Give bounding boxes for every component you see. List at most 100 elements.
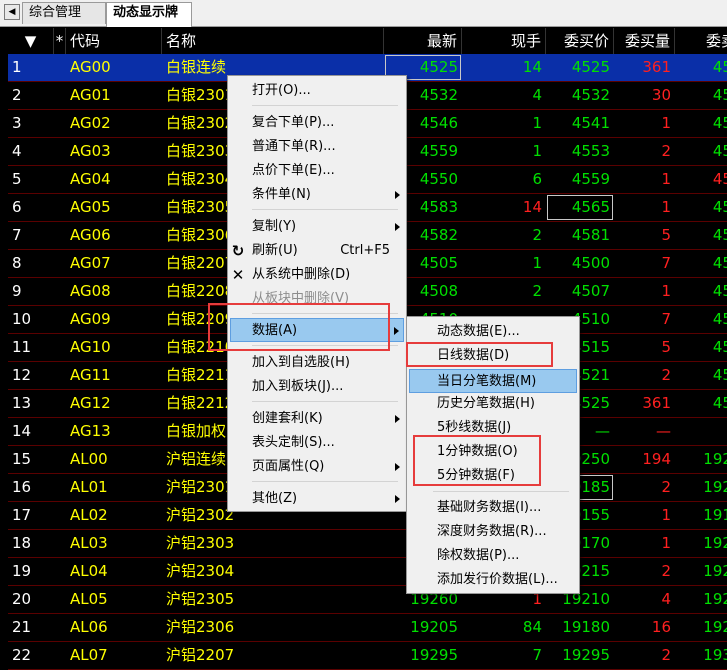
table-row[interactable]: 19AL04沪铝230419215219280 <box>8 558 727 586</box>
submenu-item-5min-data[interactable]: 5分钟数据(F) <box>409 464 577 488</box>
cell-bid: 4532 <box>571 86 610 104</box>
cell-code: AL03 <box>70 534 108 552</box>
cell-idx: 17 <box>12 506 32 524</box>
cell-bidvol: 2 <box>661 142 671 160</box>
menu-separator <box>433 491 569 492</box>
cell-bid: 4507 <box>571 282 610 300</box>
cell-bid: 4565 <box>546 194 614 221</box>
cell-ask: 4511 <box>712 310 727 328</box>
menu-item-point-price-order[interactable]: 点价下单(E)... <box>230 159 404 183</box>
cell-bidvol: 1 <box>661 506 671 524</box>
cell-idx: 22 <box>12 646 32 664</box>
cell-hand: 84 <box>522 618 542 636</box>
menu-item-copy[interactable]: 复制(Y) <box>230 215 404 239</box>
header-current-hand[interactable]: 现手 <box>462 28 546 54</box>
header-bid-price[interactable]: 委买价 <box>546 28 614 54</box>
cell-name: 沪铝2306 <box>166 618 235 636</box>
submenu-item-daily-data[interactable]: 日线数据(D) <box>409 344 577 368</box>
menu-item-other[interactable]: 其他(Z) <box>230 487 404 511</box>
table-row[interactable]: 18AL03沪铝230319170119215 <box>8 530 727 558</box>
cell-idx: 18 <box>12 534 32 552</box>
cell-idx: 14 <box>12 422 32 440</box>
cell-ask: 4526 <box>712 394 727 412</box>
cell-code: AG03 <box>70 142 111 160</box>
menu-item-refresh[interactable]: ↻ 刷新(U) Ctrl+F5 <box>230 239 404 263</box>
cell-ask: 4533 <box>712 86 727 104</box>
tab-scroll-left-icon[interactable]: ◀ <box>4 4 20 20</box>
cell-idx: 3 <box>12 114 22 132</box>
menu-item-add-to-watchlist[interactable]: 加入到自选股(H) <box>230 351 404 375</box>
submenu-item-dynamic-data[interactable]: 动态数据(E)... <box>409 320 577 344</box>
table-row[interactable]: 20AL05沪铝230519260119210419255 <box>8 586 727 614</box>
cell-ask: 4569 <box>712 170 727 188</box>
menu-item-add-to-block[interactable]: 加入到板块(J)... <box>230 375 404 399</box>
menu-separator <box>252 105 398 106</box>
cell-idx: 13 <box>12 394 32 412</box>
cell-ask: 4522 <box>712 366 727 384</box>
cell-idx: 1 <box>12 58 22 76</box>
cell-hand: 1 <box>532 254 542 272</box>
submenu-item-1min-data[interactable]: 1分钟数据(O) <box>409 440 577 464</box>
cell-bidvol: 1 <box>661 198 671 216</box>
cell-idx: 9 <box>12 282 22 300</box>
menu-item-page-properties[interactable]: 页面属性(Q) <box>230 455 404 479</box>
cell-bid: 4541 <box>571 114 610 132</box>
cell-idx: 5 <box>12 170 22 188</box>
header-bid-volume[interactable]: 委买量 <box>614 28 675 54</box>
cell-ask: — <box>675 418 727 445</box>
submenu-arrow-icon <box>395 191 400 199</box>
submenu-item-history-tick-data[interactable]: 历史分笔数据(H) <box>409 392 577 416</box>
header-latest[interactable]: 最新 <box>384 28 462 54</box>
cell-idx: 16 <box>12 478 32 496</box>
cell-ask: 19305 <box>703 646 727 664</box>
menu-item-delete-from-system[interactable]: ✕ 从系统中删除(D) <box>230 263 404 287</box>
menu-item-open[interactable]: 打开(O)... <box>230 79 404 103</box>
cell-bidvol: — <box>656 422 671 440</box>
cell-idx: 11 <box>12 338 32 356</box>
cell-hand: 2 <box>532 282 542 300</box>
cell-bidvol: 1 <box>661 534 671 552</box>
submenu-item-ex-rights-data[interactable]: 除权数据(P)... <box>409 544 577 568</box>
menu-item-composite-order[interactable]: 复合下单(P)... <box>230 111 404 135</box>
cell-hand: 7 <box>532 646 542 664</box>
data-submenu: 动态数据(E)... 日线数据(D) 当日分笔数据(M) 历史分笔数据(H) 5… <box>406 316 580 594</box>
submenu-item-basic-financial-data[interactable]: 基础财务数据(I)... <box>409 496 577 520</box>
cell-name: 沪铝2303 <box>166 534 235 552</box>
cell-idx: 6 <box>12 198 22 216</box>
header-code[interactable]: 代码 <box>66 28 162 54</box>
submenu-item-add-issue-price-data[interactable]: 添加发行价数据(L)... <box>409 568 577 592</box>
cell-bidvol: 1 <box>661 114 671 132</box>
submenu-item-intraday-tick-data[interactable]: 当日分笔数据(M) <box>409 369 577 393</box>
menu-item-header-customize[interactable]: 表头定制(S)... <box>230 431 404 455</box>
header-star[interactable]: * <box>54 28 66 54</box>
cell-bid: 4581 <box>571 226 610 244</box>
tab-dynamic-board[interactable]: 动态显示牌 <box>106 2 192 27</box>
cell-hand: 4 <box>532 86 542 104</box>
cell-bidvol: 30 <box>651 86 671 104</box>
menu-item-create-arbitrage[interactable]: 创建套利(K) <box>230 407 404 431</box>
cell-bidvol: 7 <box>661 310 671 328</box>
sort-icon[interactable]: ▼ <box>8 28 54 54</box>
cell-bid: 4525 <box>571 58 610 76</box>
cell-code: AL07 <box>70 646 108 664</box>
cell-bidvol: 2 <box>661 562 671 580</box>
table-row[interactable]: 22 AL07 沪铝2207 19295 7 19295 2 19305 <box>8 642 727 670</box>
header-ask-price[interactable]: 委卖价 <box>675 28 727 54</box>
menu-separator <box>252 481 398 482</box>
header-name[interactable]: 名称 <box>162 28 384 54</box>
menu-item-conditional-order[interactable]: 条件单(N) <box>230 183 404 207</box>
table-row[interactable]: 21 AL06 沪铝2306 19205 84 19180 16 19200 <box>8 614 727 642</box>
cell-code: AG08 <box>70 282 111 300</box>
cell-code: AG02 <box>70 114 111 132</box>
cell-bidvol: 361 <box>642 394 671 412</box>
cell-idx: 2 <box>12 86 22 104</box>
submenu-item-deep-financial-data[interactable]: 深度财务数据(R)... <box>409 520 577 544</box>
cell-code: AG13 <box>70 422 111 440</box>
cell-code: AG11 <box>70 366 111 384</box>
submenu-item-5s-line-data[interactable]: 5秒线数据(J) <box>409 416 577 440</box>
menu-item-data[interactable]: 数据(A) <box>230 318 404 342</box>
tab-comprehensive-management[interactable]: 综合管理 <box>22 2 106 24</box>
menu-item-normal-order[interactable]: 普通下单(R)... <box>230 135 404 159</box>
cell-bidvol: 4 <box>661 590 671 608</box>
cell-code: AG00 <box>70 58 111 76</box>
